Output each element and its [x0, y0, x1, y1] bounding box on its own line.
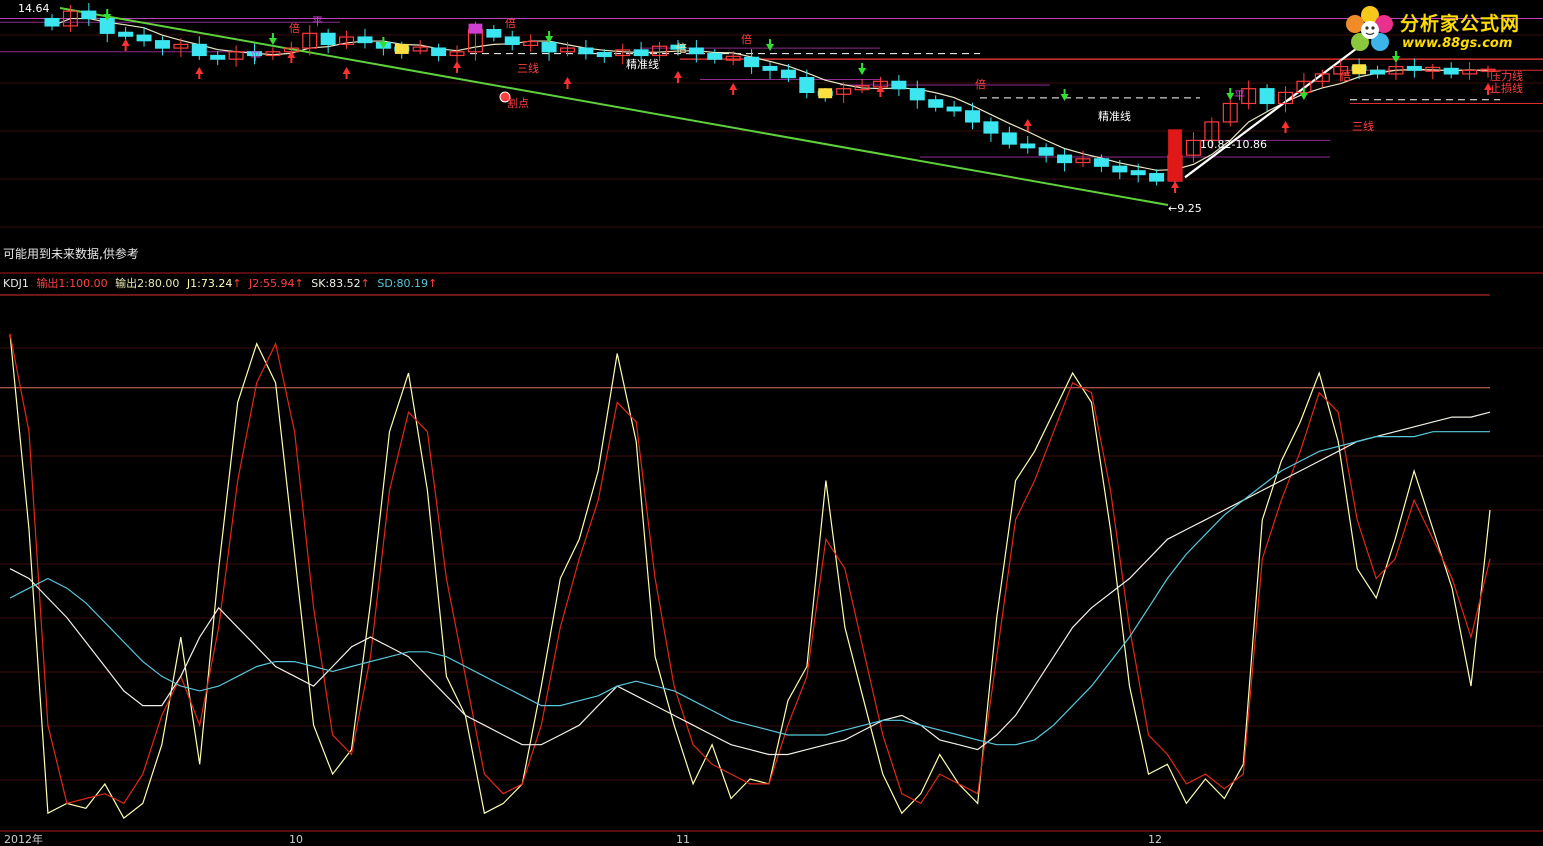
candle-down [1406, 65, 1422, 71]
candle-down [891, 80, 907, 90]
price-top-label: 14.64 [18, 2, 50, 15]
ping-label-2: 平 [250, 50, 261, 63]
range-label: 10.82-10.86 [1200, 138, 1267, 151]
candle-down [191, 43, 207, 57]
candle-down [928, 99, 944, 108]
candle-down [707, 53, 723, 60]
candle-down [799, 77, 815, 93]
j2-value: 55.94 [263, 277, 295, 290]
sk-label: SK: [311, 277, 330, 290]
sanxian-label-1: 三线 [517, 62, 539, 75]
sd-up-arrow-icon: ↑ [428, 277, 438, 290]
candle-down [596, 52, 612, 58]
logo-url[interactable]: www.88gs.com [1402, 36, 1512, 51]
candle-down [210, 54, 226, 60]
candle-down [983, 121, 999, 134]
candle-down [1001, 132, 1017, 145]
candle-down [504, 36, 520, 45]
candle-down [1149, 173, 1165, 182]
x-label-oct: 10 [289, 833, 303, 846]
candle-down [1443, 67, 1459, 75]
indicator-name: KDJ1 [3, 277, 29, 290]
logo-title: 分析家公式网 [1400, 13, 1521, 35]
candle-down [118, 31, 134, 37]
ping-label-3: 平 [1234, 89, 1245, 102]
sk-up-arrow-icon: ↑ [360, 277, 370, 290]
candle-down [1259, 88, 1275, 105]
candle-down [431, 47, 447, 57]
ping-label-1: 平 [312, 15, 323, 28]
sd-value: 80.19 [396, 277, 429, 290]
x-label-year: 2012年 [4, 833, 43, 846]
j2-up-arrow-icon: ↑ [294, 277, 304, 290]
highlight-candle [1352, 64, 1367, 75]
kdj-legend: KDJ1 输出1:100.00 输出2:80.00 J1:73.24↑ J2:5… [3, 277, 437, 290]
out2-value: 80.00 [147, 277, 180, 290]
candle-down [357, 36, 373, 44]
candle-down [486, 29, 502, 38]
highlight-candle [818, 88, 833, 99]
candle-down [633, 49, 649, 57]
highlight-candle [468, 23, 483, 34]
candle-down [744, 56, 760, 68]
candle-down [44, 17, 60, 27]
x-label-nov: 11 [676, 833, 690, 846]
candle-down [780, 69, 796, 79]
candle-down [320, 32, 336, 45]
sanxian-label-2: 三线 [1352, 120, 1374, 133]
j1-up-arrow-icon: ↑ [232, 277, 242, 290]
candle-down [136, 34, 152, 42]
out1-value: 100.00 [69, 277, 108, 290]
bei-label-6: 倍 [1340, 70, 1351, 83]
stock-chart[interactable] [0, 0, 1543, 844]
j2-label: J2: [249, 277, 263, 290]
out2-label: 输出2: [115, 277, 148, 290]
candle-down [1020, 143, 1036, 149]
candle-down [762, 65, 778, 71]
warning-text: 可能用到未来数据,供参考 [3, 247, 139, 261]
candle-down [1093, 158, 1109, 167]
zhisun-line-label: 止损线 [1490, 82, 1523, 95]
x-label-dec: 12 [1148, 833, 1162, 846]
sd-label: SD: [377, 277, 397, 290]
out1-label: 输出1: [36, 277, 70, 290]
bei-label-2: 倍 [505, 17, 516, 30]
candle-down [1370, 69, 1386, 75]
candle-down [1130, 170, 1146, 176]
candle-down [1038, 147, 1054, 156]
highlight-candle [394, 43, 409, 54]
bei-label-1: 倍 [289, 22, 300, 35]
sk-value: 83.52 [329, 277, 361, 290]
candle-down [946, 106, 962, 112]
bei-label-5: 倍 [975, 78, 986, 91]
site-logo: 分析家公式网 www.88gs.com [1342, 4, 1538, 56]
candle-down [81, 10, 97, 20]
bei-label-4: 倍 [741, 33, 752, 46]
flower-logo-icon [1346, 6, 1393, 51]
bei-label-3: 倍 [676, 42, 687, 55]
candle-down [541, 41, 557, 53]
low-price-label: ←9.25 [1168, 202, 1202, 215]
candle-down [1112, 165, 1128, 173]
j1-value: 73.24 [200, 277, 233, 290]
jingzhun-line-label-2: 精准线 [1098, 110, 1131, 123]
candle-down [1057, 154, 1073, 164]
j1-label: J1: [186, 277, 201, 290]
jingzhun-line-label: 精准线 [626, 58, 659, 71]
candle-down [578, 47, 594, 55]
candle-down [154, 40, 170, 49]
dikou-label: 割点 [507, 97, 529, 110]
big-up-candle [1168, 129, 1182, 182]
candle-down [688, 47, 704, 55]
candle-down [965, 110, 981, 123]
candle-down [909, 88, 925, 101]
